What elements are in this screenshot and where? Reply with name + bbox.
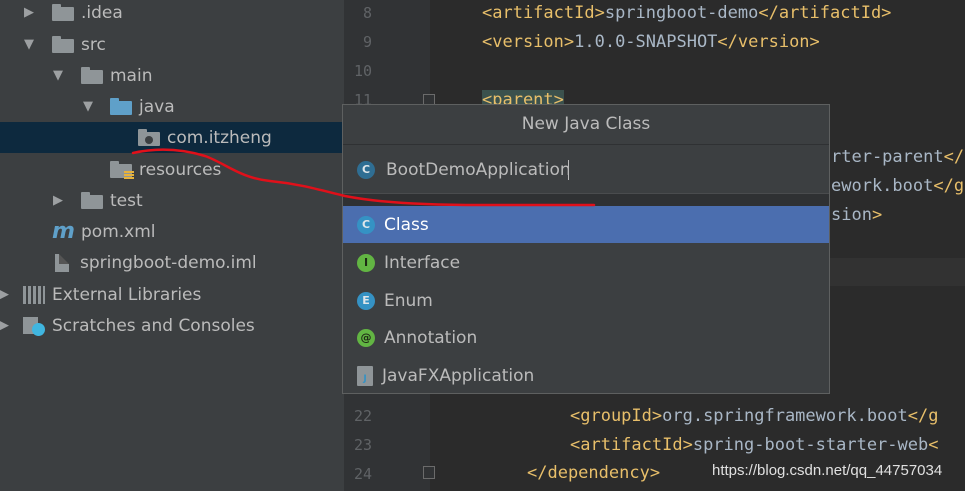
class-icon: C	[357, 215, 375, 234]
line-number: 23	[353, 436, 372, 454]
collapse-arrow-icon[interactable]: ▼	[77, 99, 99, 114]
source-folder-icon	[110, 98, 132, 115]
tree-item-resources[interactable]: resources	[0, 154, 344, 185]
expand-arrow-icon[interactable]: ▶	[47, 193, 69, 208]
line-number: 9	[362, 33, 372, 51]
kind-option-interface[interactable]: I Interface	[343, 244, 829, 281]
scratches-icon	[23, 316, 45, 336]
kind-option-enum[interactable]: E Enum	[343, 282, 829, 319]
kind-label: Enum	[384, 290, 433, 311]
tree-item-label: src	[81, 34, 106, 55]
code-line-9[interactable]: <version>1.0.0-SNAPSHOT</version>	[482, 32, 820, 52]
tree-item-label: External Libraries	[52, 284, 202, 305]
annotation-icon: @	[357, 328, 375, 347]
tree-item-scratches[interactable]: ▶ Scratches and Consoles	[0, 310, 344, 341]
code-line-8[interactable]: <artifactId>springboot-demo</artifactId>	[482, 3, 891, 23]
fold-marker-icon[interactable]	[423, 466, 435, 479]
enum-icon: E	[357, 291, 375, 310]
kind-option-javafx[interactable]: J JavaFXApplication	[343, 357, 829, 394]
code-peek-2: ework.boot</g	[831, 176, 965, 196]
resources-folder-icon	[110, 161, 134, 180]
kind-label: JavaFXApplication	[382, 365, 535, 386]
tree-item-external-libraries[interactable]: ▶ External Libraries	[0, 279, 344, 310]
tree-item-label: .idea	[81, 2, 123, 23]
expand-arrow-icon[interactable]: ▶	[0, 287, 15, 302]
module-file-icon	[55, 253, 69, 272]
tree-item-main[interactable]: ▼ main	[0, 60, 344, 91]
tree-item-label: springboot-demo.iml	[80, 252, 257, 273]
tree-item-java[interactable]: ▼ java	[0, 91, 344, 122]
folder-icon	[81, 192, 103, 209]
kind-option-annotation[interactable]: @ Annotation	[343, 319, 829, 356]
tree-item-label: Scratches and Consoles	[52, 315, 255, 336]
line-number: 10	[353, 62, 372, 80]
folder-icon	[52, 4, 74, 21]
expand-arrow-icon[interactable]: ▶	[18, 5, 40, 20]
package-icon	[138, 129, 160, 146]
kind-label: Annotation	[384, 327, 478, 348]
code-peek-1: rter-parent</	[831, 147, 965, 167]
folder-icon	[52, 36, 74, 53]
code-peek-3: sion>	[831, 205, 883, 225]
tree-item-com-itzheng[interactable]: com.itzheng	[0, 122, 344, 153]
tree-item-label: java	[139, 96, 175, 117]
line-number: 24	[353, 465, 372, 483]
collapse-arrow-icon[interactable]: ▼	[18, 37, 40, 52]
libraries-icon	[23, 285, 45, 304]
tree-item-src[interactable]: ▼ src	[0, 29, 344, 60]
kind-label: Class	[384, 214, 429, 235]
class-name-field[interactable]: C	[343, 151, 829, 189]
code-line-24[interactable]: </dependency>	[527, 463, 660, 483]
code-line-23[interactable]: <artifactId>spring-boot-starter-web<	[570, 435, 938, 455]
tree-item-test[interactable]: ▶ test	[0, 185, 344, 216]
text-caret	[568, 160, 569, 180]
maven-icon: m	[52, 219, 75, 244]
watermark: https://blog.csdn.net/qq_44757034	[712, 462, 943, 479]
expand-arrow-icon[interactable]: ▶	[0, 318, 15, 333]
collapse-arrow-icon[interactable]: ▼	[47, 68, 69, 83]
tree-item-label: com.itzheng	[167, 127, 272, 148]
class-icon: C	[357, 161, 375, 179]
dialog-title: New Java Class	[343, 105, 829, 145]
tree-item-label: test	[110, 190, 143, 211]
new-java-class-dialog: New Java Class C C Class I Interface E E…	[342, 104, 830, 394]
folder-icon	[81, 67, 103, 84]
interface-icon: I	[357, 253, 375, 272]
tree-item-label: pom.xml	[81, 221, 156, 242]
project-tree-panel: ▶ .idea ▼ src ▼ main ▼ java com.itzheng …	[0, 0, 344, 491]
tree-item-idea[interactable]: ▶ .idea	[0, 0, 344, 28]
tree-item-iml[interactable]: springboot-demo.iml	[0, 247, 344, 278]
code-line-22[interactable]: <groupId>org.springframework.boot</g	[570, 406, 938, 426]
tree-item-label: main	[110, 65, 153, 86]
line-number: 22	[353, 407, 372, 425]
divider	[343, 193, 829, 206]
tree-item-pom[interactable]: m pom.xml	[0, 216, 344, 247]
kind-label: Interface	[384, 252, 461, 273]
javafx-icon: J	[357, 365, 373, 386]
tree-item-label: resources	[139, 159, 222, 180]
kind-option-class[interactable]: C Class	[343, 206, 829, 243]
class-name-input[interactable]	[386, 160, 569, 180]
line-number: 8	[362, 4, 372, 22]
